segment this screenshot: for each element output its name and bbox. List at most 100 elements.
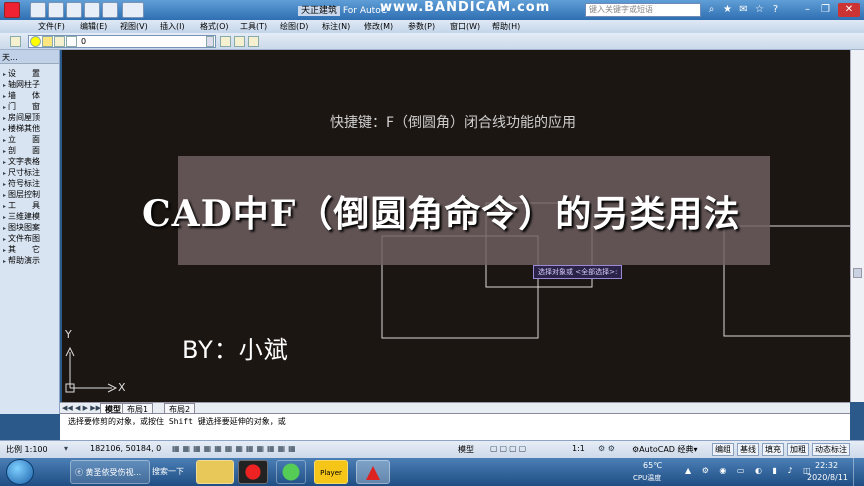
app-logo-icon[interactable] [4,2,20,18]
layer-manager-icon[interactable] [10,36,21,47]
status-button-dynamic-dim[interactable]: 动态标注 [812,443,850,456]
undo-icon[interactable] [84,2,100,18]
command-line[interactable]: 选择要修剪的对象，或按住 Shift 键选择要延伸的对象，或 [60,413,850,440]
help-search-input[interactable]: 键入关键字或短语 [585,3,701,17]
taskbar-search[interactable]: 搜索一下 [152,460,192,484]
side-item-file-layout[interactable]: 文件布图 [0,233,59,244]
tray-icons[interactable]: ▲ ⚙ ◉ ▭ ◐ ▮ ♪ ◫ [685,466,815,475]
side-item-dimensions[interactable]: 尺寸标注 [0,167,59,178]
side-item-layer-control[interactable]: 图层控制 [0,189,59,200]
drawing-canvas[interactable]: Y X 快捷键：F（倒圆角）闭合线功能的应用 CAD中F（倒圆角命令）的另类用法… [62,50,850,402]
tutorial-subtitle: 快捷键：F（倒圆角）闭合线功能的应用 [330,115,577,131]
player-icon[interactable]: Player [314,460,348,484]
side-item-section[interactable]: 剖 面 [0,145,59,156]
status-button-fill[interactable]: 填充 [762,443,784,456]
scale-dropdown-icon[interactable]: ▾ [64,444,68,453]
window-title: 天正建筑 For AutoC [298,3,387,16]
model-space-label[interactable]: 模型 [458,444,474,455]
vertical-scrollbar[interactable] [850,50,864,402]
refresh-app-icon[interactable] [276,460,306,484]
tangent-side-panel: 天... 设 置 轴网柱子 墙 体 门 窗 房间屋顶 楼梯其他 立 面 剖 面 … [0,50,60,414]
side-item-doors-windows[interactable]: 门 窗 [0,101,59,112]
annotation-scale[interactable]: 1:1 [572,444,585,453]
save-icon[interactable] [66,2,82,18]
scale-indicator[interactable]: 比例 1:100 [6,444,48,455]
windows-taskbar: ⓔ 黄圣依受伤视... 搜索一下 Player 65℃ CPU温度 ▲ ⚙ ◉ … [0,458,864,486]
side-item-elevation[interactable]: 立 面 [0,134,59,145]
menu-item-insert[interactable]: 插入(I) [160,21,185,32]
menu-item-file[interactable]: 文件(F) [38,21,65,32]
side-item-other[interactable]: 其 它 [0,244,59,255]
side-item-symbols[interactable]: 符号标注 [0,178,59,189]
workspace-switch[interactable]: ⚙AutoCAD 经典▾ [632,444,698,455]
menu-item-tools[interactable]: 工具(T) [240,21,267,32]
side-item-3d-modeling[interactable]: 三维建模 [0,211,59,222]
cpu-temp: 65℃ [643,461,663,470]
open-file-icon[interactable] [48,2,64,18]
folder-icon[interactable] [196,460,234,484]
redo-icon[interactable] [102,2,118,18]
menu-item-dimension[interactable]: 标注(N) [322,21,350,32]
record-icon[interactable] [238,460,268,484]
autocad-task-icon[interactable] [356,460,390,484]
taskbar-browser-window[interactable]: ⓔ 黄圣依受伤视... [70,460,150,484]
communication-icon[interactable]: ✉ [736,3,751,17]
watermark-dotcom: .com [511,0,551,15]
layer-toolbar: 0 [0,33,864,50]
side-item-blocks-hatches[interactable]: 图块图案 [0,222,59,233]
print-icon[interactable] [122,2,144,18]
layer-match-icon[interactable] [234,36,245,47]
side-item-walls[interactable]: 墙 体 [0,90,59,101]
menu-item-help[interactable]: 帮助(H) [492,21,520,32]
status-button-baseline[interactable]: 基线 [737,443,759,456]
show-desktop-button[interactable] [853,458,864,486]
layer-iso-icon[interactable] [248,36,259,47]
clock-time[interactable]: 22:32 [815,461,838,470]
menu-item-parameter[interactable]: 参数(P) [408,21,435,32]
viewport-tools-icon[interactable]: ▢▢▢▢ [490,444,528,453]
menu-item-modify[interactable]: 修改(M) [364,21,393,32]
sun-icon [42,36,53,47]
scrollbar-thumb[interactable] [853,268,862,278]
side-item-settings[interactable]: 设 置 [0,68,59,79]
annotation-visibility-icon[interactable]: ⚙ ⚙ [598,444,615,453]
lightbulb-icon [30,36,41,47]
side-item-rooms-roofs[interactable]: 房间屋顶 [0,112,59,123]
ucs-y-label: Y [65,328,72,341]
side-item-axis-columns[interactable]: 轴网柱子 [0,79,59,90]
status-bar: 比例 1:100 ▾ 182106, 50184, 0 ▦▦▦▦▦▦▦▦▦▦▦▦… [0,440,864,458]
status-button-bold[interactable]: 加粗 [787,443,809,456]
side-item-tools[interactable]: 工 具 [0,200,59,211]
workspace-label: AutoCAD 经典 [639,445,694,454]
layer-previous-icon[interactable] [220,36,231,47]
close-icon[interactable]: ✕ [838,3,860,17]
side-item-help-demo[interactable]: 帮助演示 [0,255,59,266]
favorites-icon[interactable]: ☆ [752,3,767,17]
subscription-icon[interactable]: ★ [720,3,735,17]
side-panel-header[interactable]: 天... [0,50,59,64]
layer-current-value: 0 [81,37,87,46]
cpu-temp-label: CPU温度 [633,474,662,482]
drafting-toggles-icon[interactable]: ▦▦▦▦▦▦▦▦▦▦▦▦ [172,444,299,453]
author-credit: BY：小斌 [182,336,289,364]
menu-bar: 文件(F) 编辑(E) 视图(V) 插入(I) 格式(O) 工具(T) 绘图(D… [0,20,864,33]
chevron-down-icon[interactable] [206,36,214,47]
ie-icon: ⓔ [75,468,83,477]
side-item-stairs-other[interactable]: 楼梯其他 [0,123,59,134]
help-icon[interactable]: ? [768,3,783,17]
clock-date[interactable]: 2020/8/11 [807,473,848,482]
menu-item-view[interactable]: 视图(V) [120,21,148,32]
search-icon[interactable]: ⌕ [704,3,719,17]
watermark-brand: BANDICAM [424,0,512,15]
menu-item-edit[interactable]: 编辑(E) [80,21,107,32]
new-file-icon[interactable] [30,2,46,18]
status-button-group[interactable]: 编组 [712,443,734,456]
menu-item-draw[interactable]: 绘图(D) [280,21,308,32]
side-item-text-tables[interactable]: 文字表格 [0,156,59,167]
restore-icon[interactable]: ❐ [818,3,833,17]
menu-item-window[interactable]: 窗口(W) [450,21,480,32]
start-button-icon[interactable] [6,459,34,485]
minimize-icon[interactable]: – [800,3,815,17]
menu-item-format[interactable]: 格式(O) [200,21,229,32]
tab-nav-arrows-icon[interactable]: ◀◀ ◀ ▶ ▶▶ [62,404,101,412]
